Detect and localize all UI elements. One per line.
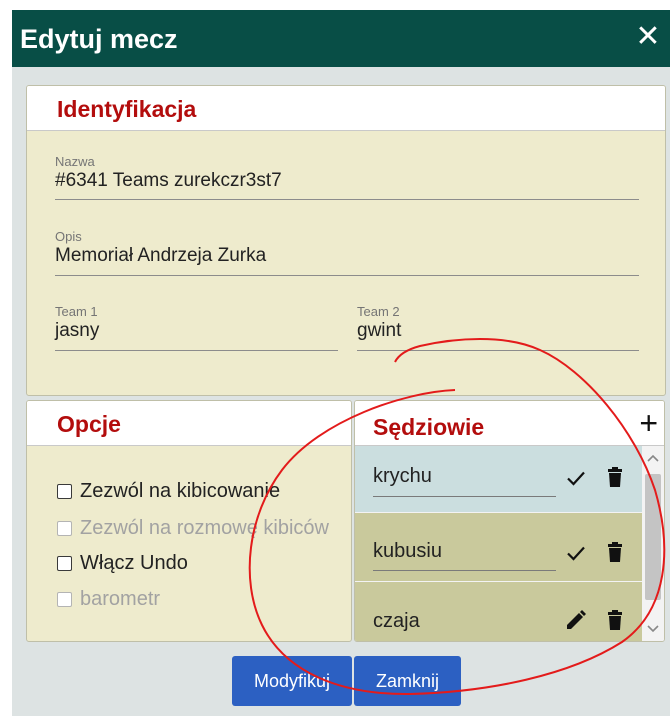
checkbox[interactable] bbox=[57, 521, 72, 536]
referee-row-czaja[interactable]: czaja bbox=[355, 582, 643, 641]
referee-name: krychu bbox=[373, 465, 432, 487]
check-icon[interactable] bbox=[564, 541, 588, 565]
options-panel: Opcje Zezwól na kibicowanie Zezwól na ro… bbox=[26, 400, 352, 642]
team1-value: jasny bbox=[55, 320, 100, 341]
identification-header: Identyfikacja bbox=[27, 86, 665, 131]
option-label: Zezwól na rozmowę kibiców bbox=[80, 517, 329, 539]
scroll-thumb[interactable] bbox=[645, 474, 661, 600]
option-allow-spectator-chat[interactable]: Zezwól na rozmowę kibiców bbox=[57, 517, 329, 540]
trash-icon[interactable] bbox=[603, 465, 627, 489]
pencil-icon[interactable] bbox=[564, 608, 588, 632]
name-value: #6341 Teams zurekczr3st7 bbox=[55, 170, 282, 191]
referee-row-kubusiu[interactable]: kubusiu bbox=[355, 513, 643, 581]
option-barometer[interactable]: barometr bbox=[57, 588, 160, 611]
checkbox[interactable] bbox=[57, 484, 72, 499]
referee-row-krychu[interactable]: krychu bbox=[355, 446, 643, 512]
checkbox[interactable] bbox=[57, 592, 72, 607]
referees-header: Sędziowie + bbox=[355, 401, 664, 446]
name-field[interactable]: Nazwa #6341 Teams zurekczr3st7 bbox=[55, 154, 639, 200]
checkbox[interactable] bbox=[57, 556, 72, 571]
add-referee-icon[interactable]: + bbox=[639, 405, 658, 442]
description-value: Memoriał Andrzeja Zurka bbox=[55, 245, 267, 266]
close-button[interactable]: Zamknij bbox=[354, 656, 461, 706]
referees-title: Sędziowie bbox=[373, 414, 485, 440]
dialog-title: Edytuj mecz bbox=[20, 24, 178, 54]
dialog-titlebar: Edytuj mecz ✕ bbox=[12, 10, 670, 67]
referees-panel: Sędziowie + krychu kubusiu czaja bbox=[354, 400, 665, 642]
trash-icon[interactable] bbox=[603, 608, 627, 632]
modify-button[interactable]: Modyfikuj bbox=[232, 656, 352, 706]
options-title: Opcje bbox=[57, 411, 121, 437]
check-icon[interactable] bbox=[564, 466, 588, 490]
option-label: Zezwól na kibicowanie bbox=[80, 480, 281, 502]
scroll-up-icon[interactable] bbox=[645, 452, 661, 464]
option-label: Włącz Undo bbox=[80, 552, 188, 574]
name-underline bbox=[55, 199, 639, 200]
option-enable-undo[interactable]: Włącz Undo bbox=[57, 552, 188, 575]
team1-field[interactable]: Team 1 jasny bbox=[55, 304, 338, 351]
referee-underline bbox=[373, 570, 556, 571]
close-icon[interactable]: ✕ bbox=[632, 20, 664, 54]
trash-icon[interactable] bbox=[603, 540, 627, 564]
identification-title: Identyfikacja bbox=[57, 96, 197, 122]
name-label: Nazwa bbox=[55, 154, 95, 169]
description-underline bbox=[55, 275, 639, 276]
option-label: barometr bbox=[80, 588, 161, 610]
referee-name: kubusiu bbox=[373, 540, 442, 562]
referee-name: czaja bbox=[373, 610, 420, 632]
team2-underline bbox=[357, 350, 639, 351]
identification-panel: Identyfikacja Nazwa #6341 Teams zurekczr… bbox=[26, 85, 666, 396]
scroll-down-icon[interactable] bbox=[645, 623, 661, 635]
team2-label: Team 2 bbox=[357, 304, 400, 319]
team2-field[interactable]: Team 2 gwint bbox=[357, 304, 639, 351]
edit-match-dialog: Edytuj mecz ✕ Identyfikacja Nazwa #6341 … bbox=[12, 10, 670, 716]
options-header: Opcje bbox=[27, 401, 351, 446]
referees-scrollbar[interactable] bbox=[642, 446, 664, 641]
description-field[interactable]: Opis Memoriał Andrzeja Zurka bbox=[55, 229, 639, 276]
referee-underline bbox=[373, 496, 556, 497]
team1-label: Team 1 bbox=[55, 304, 98, 319]
option-allow-cheering[interactable]: Zezwól na kibicowanie bbox=[57, 480, 280, 503]
team2-value: gwint bbox=[357, 320, 402, 341]
team1-underline bbox=[55, 350, 338, 351]
description-label: Opis bbox=[55, 229, 82, 244]
